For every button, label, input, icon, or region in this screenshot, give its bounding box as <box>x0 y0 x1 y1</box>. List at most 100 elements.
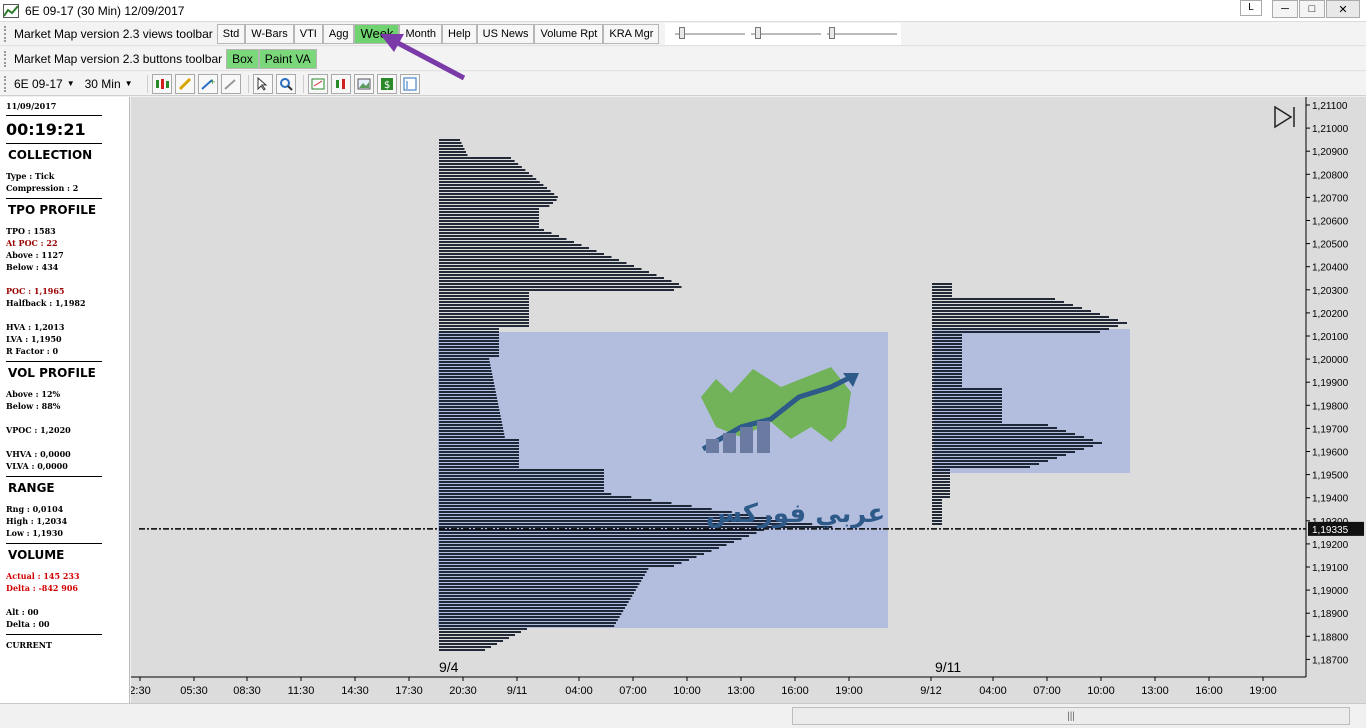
price-tick-label: 1,20300 <box>1312 286 1349 297</box>
scrollbar-thumb[interactable]: ||| <box>793 708 1349 724</box>
price-tick-label: 1,21000 <box>1312 124 1349 135</box>
views-toolbar: Market Map version 2.3 views toolbar Std… <box>0 22 1366 46</box>
toolbar-grip[interactable] <box>4 25 8 42</box>
dollar-icon[interactable]: $ <box>376 73 397 94</box>
view-wbars-button[interactable]: W-Bars <box>245 23 294 44</box>
current-title: CURRENT <box>6 640 53 650</box>
close-button[interactable]: ✕ <box>1326 0 1360 18</box>
time-axis: 2:30 05:30 08:30 11:30 14:30 17:30 20:30 9/11 04… <box>131 676 1306 697</box>
view-month-button[interactable]: Month <box>399 23 443 44</box>
volume-title: VOLUME <box>8 548 65 562</box>
vol-vpoc: VPOC : 1,2020 <box>6 425 71 435</box>
toolbar-grip[interactable] <box>4 50 8 67</box>
time-tick-label: 9/12 <box>920 685 941 697</box>
price-tick-label: 1,20200 <box>1312 309 1349 320</box>
svg-text:+: + <box>210 77 215 87</box>
vol-above: Above : 12% <box>6 389 61 399</box>
volume-delta-2: Delta : 00 <box>6 619 50 629</box>
session-label: 9/11 <box>935 659 961 675</box>
price-tick-label: 1,20900 <box>1312 147 1349 158</box>
range-title: RANGE <box>8 481 55 495</box>
volume-actual: Actual : 145 233 <box>6 571 80 581</box>
view-agg-button[interactable]: Agg <box>322 23 355 44</box>
price-tick-label: 1,20400 <box>1312 263 1349 274</box>
scrollbar-track[interactable]: ||| <box>792 707 1350 725</box>
chart-properties-icon[interactable] <box>307 73 328 94</box>
collection-title: COLLECTION <box>8 148 93 162</box>
watermark-text: عربي فوركس <box>706 499 885 529</box>
time-tick-label: 10:00 <box>673 685 701 697</box>
time-tick-label: 07:00 <box>1033 685 1061 697</box>
minimize-button[interactable]: ─ <box>1272 0 1298 18</box>
time-tick-label: 07:00 <box>619 685 647 697</box>
tpo-count: TPO : 1583 <box>6 226 56 236</box>
l-button[interactable]: L <box>1240 0 1262 16</box>
price-tick-label: 1,19600 <box>1312 448 1349 459</box>
view-volume-rpt-button[interactable]: Volume Rpt <box>534 23 604 44</box>
price-tick-label: 1,18700 <box>1312 655 1349 666</box>
price-axis: 1,21100 1,21000 1,20900 1,20800 1,20700 1,206… <box>1305 97 1364 677</box>
cursor-icon[interactable] <box>252 73 273 94</box>
tpo-rfactor: R Factor : 0 <box>6 346 59 356</box>
view-us-news-button[interactable]: US News <box>476 23 535 44</box>
price-tick-label: 1,20000 <box>1312 355 1349 366</box>
vol-vlva: VLVA : 0,0000 <box>6 461 68 471</box>
time-tick-label: 13:00 <box>1141 685 1169 697</box>
range-high: High : 1,2034 <box>6 516 68 526</box>
template-icon[interactable] <box>399 73 420 94</box>
view-std-button[interactable]: Std <box>216 23 246 44</box>
view-help-button[interactable]: Help <box>442 23 477 44</box>
tpo-below: Below : 434 <box>6 262 59 272</box>
sidebar-date: 11/09/2017 <box>6 101 57 111</box>
add-indicator-icon[interactable]: + <box>197 73 218 94</box>
buttons-toolbar: Market Map version 2.3 buttons toolbar B… <box>0 47 1366 71</box>
market-profile-chart[interactable]: عربي فوركس 1,21100 1,21000 1,20900 1,20800 1… <box>131 97 1366 703</box>
info-sidebar: 11/09/2017 00:19:21 COLLECTION Type : Ti… <box>0 97 130 703</box>
time-tick-label: 08:30 <box>233 685 261 697</box>
price-tick-label: 1,19100 <box>1312 563 1349 574</box>
image-export-icon[interactable] <box>353 73 374 94</box>
buttons-toolbar-label: Market Map version 2.3 buttons toolbar <box>14 51 223 66</box>
price-tick-label: 1,20600 <box>1312 217 1349 228</box>
slider-1[interactable] <box>675 24 746 44</box>
time-tick-label: 17:30 <box>395 685 423 697</box>
window-title: 6E 09-17 (30 Min) 12/09/2017 <box>25 3 185 18</box>
paint-va-button[interactable]: Paint VA <box>258 48 317 69</box>
remove-indicator-icon[interactable] <box>220 73 241 94</box>
zoom-icon[interactable] <box>275 73 296 94</box>
price-tick-label: 1,20500 <box>1312 240 1349 251</box>
svg-text:$: $ <box>384 80 390 91</box>
horizontal-scrollbar[interactable]: ||| <box>0 703 1366 728</box>
session-labels: 9/4 9/11 <box>439 659 961 675</box>
view-vti-button[interactable]: VTI <box>293 23 323 44</box>
collection-type: Type : Tick <box>6 171 55 181</box>
tpo-poc: POC : 1,1965 <box>6 286 65 296</box>
time-tick-label: 19:00 <box>1249 685 1277 697</box>
range-low: Low : 1,1930 <box>6 528 63 538</box>
price-tick-label: 1,20700 <box>1312 193 1349 204</box>
interval-dropdown[interactable]: 30 Min ▼ <box>85 77 133 91</box>
interval-value: 30 Min <box>84 76 121 91</box>
session-label: 9/4 <box>439 659 459 675</box>
chart-canvas[interactable]: عربي فوركس 1,211001,210001,209001,208001… <box>131 97 1366 703</box>
maximize-button[interactable]: □ <box>1299 0 1325 18</box>
view-kra-mgr-button[interactable]: KRA Mgr <box>603 23 660 44</box>
play-to-end-icon[interactable] <box>1274 105 1295 129</box>
volume-delta: Delta : -842 906 <box>6 583 78 593</box>
price-tick-label: 1,19400 <box>1312 494 1349 505</box>
pencil-icon[interactable] <box>174 73 195 94</box>
slider-3[interactable] <box>827 24 898 44</box>
tpo-hva: HVA : 1,2013 <box>6 322 65 332</box>
price-tick-label: 1,20800 <box>1312 170 1349 181</box>
toolbar-grip[interactable] <box>4 75 8 92</box>
slider-2[interactable] <box>751 24 822 44</box>
box-button[interactable]: Box <box>226 48 259 69</box>
time-tick-label: 20:30 <box>449 685 477 697</box>
chevron-down-icon: ▼ <box>124 79 133 88</box>
collection-compression: Compression : 2 <box>6 183 79 193</box>
instrument-dropdown[interactable]: 6E 09-17 ▼ <box>14 77 75 91</box>
bar-style-icon[interactable] <box>151 73 172 94</box>
data-series-icon[interactable] <box>330 73 351 94</box>
instrument-value: 6E 09-17 <box>14 76 63 91</box>
view-week-button[interactable]: Week <box>354 23 400 44</box>
